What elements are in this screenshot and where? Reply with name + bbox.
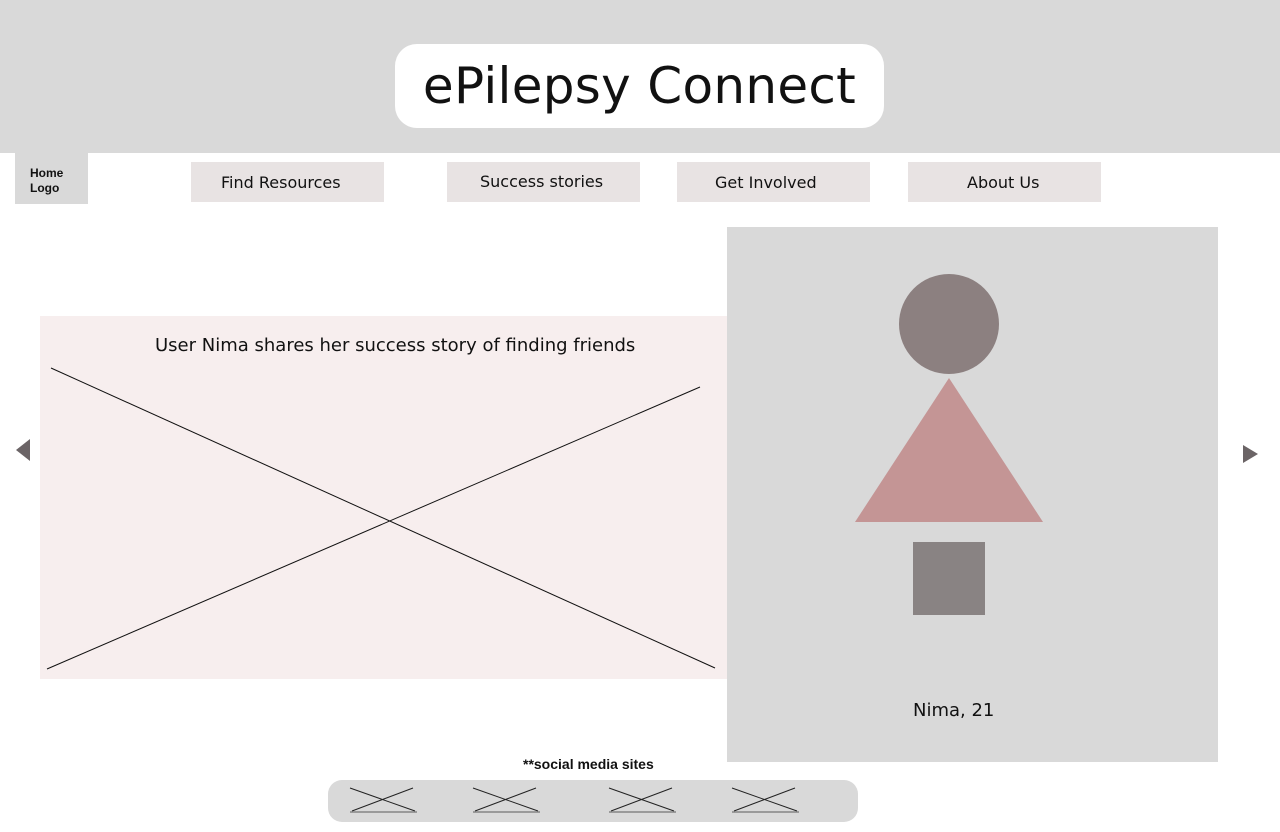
profile-name: Nima, 21 xyxy=(913,700,995,721)
nav-get-involved[interactable]: Get Involved xyxy=(677,162,870,202)
social-placeholder-icon[interactable] xyxy=(608,786,678,814)
social-media-label: **social media sites xyxy=(523,756,654,772)
avatar-base-shape xyxy=(913,542,985,615)
image-placeholder-icon xyxy=(46,367,716,670)
social-placeholder-icon[interactable] xyxy=(349,786,419,814)
social-placeholder-icon[interactable] xyxy=(731,786,801,814)
site-title: ePilepsy Connect xyxy=(422,57,857,115)
chevron-left-icon[interactable] xyxy=(14,437,32,463)
social-placeholder-icon[interactable] xyxy=(472,786,542,814)
avatar-body-shape xyxy=(855,378,1043,522)
story-caption: User Nima shares her success story of fi… xyxy=(155,335,636,356)
chevron-right-icon[interactable] xyxy=(1240,443,1260,465)
nav-find-resources[interactable]: Find Resources xyxy=(191,162,384,202)
avatar-head-shape xyxy=(899,274,999,374)
home-logo-link[interactable]: Home Logo xyxy=(15,153,88,204)
nav-about-us[interactable]: About Us xyxy=(908,162,1101,202)
nav-success-stories[interactable]: Success stories xyxy=(447,162,640,202)
site-title-pill: ePilepsy Connect xyxy=(395,44,884,128)
